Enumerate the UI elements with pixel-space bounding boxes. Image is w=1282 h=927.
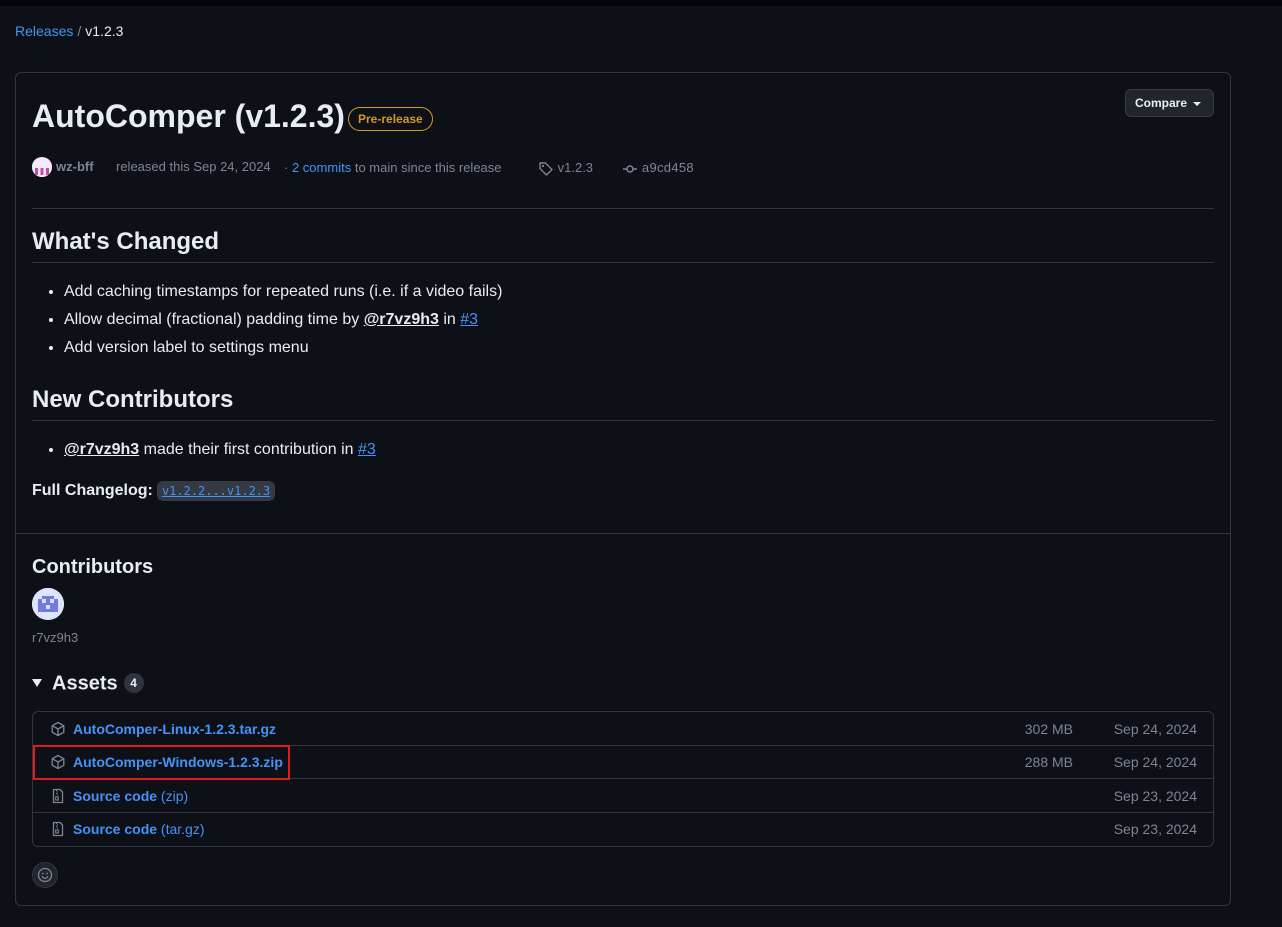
issue-link[interactable]: #3 — [460, 311, 478, 328]
asset-link[interactable]: Source code (tar.gz) — [73, 820, 205, 838]
asset-size: 288 MB — [1024, 754, 1073, 770]
asset-name: AutoComper-Windows-1.2.3.zip — [73, 754, 283, 770]
asset-date: Sep 23, 2024 — [1113, 821, 1197, 837]
asset-row: AutoComper-Windows-1.2.3.zip 288 MB Sep … — [33, 745, 1213, 779]
list-item: Add version label to settings menu — [64, 334, 502, 362]
assets-count-badge: 4 — [123, 673, 144, 694]
commits-info: · 2 commits to main since this release — [284, 157, 502, 179]
list-item: @r7vz9h3 made their first contribution i… — [64, 436, 376, 464]
list-item: Add caching timestamps for repeated runs… — [64, 278, 502, 306]
heading-rule — [32, 420, 1214, 421]
asset-format: (zip) — [160, 788, 189, 804]
asset-link[interactable]: Source code (zip) — [73, 787, 188, 805]
changes-list: Add caching timestamps for repeated runs… — [64, 278, 502, 362]
breadcrumb-current: v1.2.3 — [85, 23, 124, 39]
compare-label: Compare — [1134, 96, 1187, 110]
compare-button[interactable]: Compare — [1124, 89, 1214, 117]
chevron-down-icon — [1193, 101, 1201, 106]
commits-prefix: · — [284, 160, 289, 175]
assets-toggle[interactable]: Assets 4 — [32, 668, 144, 696]
user-mention-link[interactable]: @r7vz9h3 — [64, 441, 139, 458]
asset-row: Source code (tar.gz) Sep 23, 2024 — [33, 812, 1213, 846]
asset-row: AutoComper-Linux-1.2.3.tar.gz 302 MB Sep… — [33, 712, 1213, 746]
divider — [32, 208, 1214, 209]
asset-row: Source code (zip) Sep 23, 2024 — [33, 779, 1213, 813]
full-changelog: Full Changelog: v1.2.2...v1.2.3 — [32, 479, 276, 503]
asset-date: Sep 23, 2024 — [1113, 788, 1197, 804]
commits-link[interactable]: 2 commits — [292, 160, 351, 175]
release-card: AutoComper (v1.2.3) Pre-release Compare … — [15, 72, 1231, 906]
commit-info[interactable]: a9cd458 — [622, 157, 694, 179]
changelog-label: Full Changelog: — [32, 482, 153, 499]
tag-icon — [539, 161, 553, 176]
pre-release-badge: Pre-release — [348, 107, 433, 131]
add-reaction-button[interactable] — [32, 862, 58, 888]
smiley-icon — [37, 867, 53, 883]
commit-sha: a9cd458 — [641, 160, 694, 175]
release-meta: wz-bff released this Sep 24, 2024 · 2 co… — [32, 156, 1212, 178]
change-text: Allow decimal (fractional) padding time … — [64, 311, 360, 328]
breadcrumb-separator: / — [77, 23, 82, 39]
asset-date: Sep 24, 2024 — [1113, 721, 1197, 737]
author-avatar[interactable] — [32, 157, 52, 177]
assets-heading: Assets — [52, 672, 118, 695]
asset-format: (tar.gz) — [160, 821, 205, 837]
file-zip-icon — [52, 788, 64, 804]
asset-name: Source code — [73, 788, 158, 804]
user-mention-link[interactable]: @r7vz9h3 — [364, 311, 439, 328]
breadcrumb-releases-link[interactable]: Releases — [15, 23, 73, 39]
new-contributors-list: @r7vz9h3 made their first contribution i… — [64, 436, 376, 464]
whats-changed-heading: What's Changed — [32, 228, 220, 255]
contributors-heading: Contributors — [32, 556, 154, 578]
breadcrumb: Releases / v1.2.3 — [15, 22, 123, 40]
asset-size: 302 MB — [1024, 721, 1073, 737]
asset-link[interactable]: AutoComper-Windows-1.2.3.zip — [73, 753, 283, 771]
change-text: Add version label to settings menu — [64, 339, 309, 356]
issue-link[interactable]: #3 — [358, 441, 376, 458]
file-zip-icon — [52, 821, 64, 837]
package-icon — [51, 721, 65, 737]
commit-icon — [623, 164, 637, 173]
release-title: AutoComper (v1.2.3) — [32, 98, 345, 134]
change-text: Add caching timestamps for repeated runs… — [64, 283, 503, 300]
asset-name: AutoComper-Linux-1.2.3.tar.gz — [73, 721, 277, 737]
asset-name: Source code — [73, 821, 158, 837]
changelog-range-link[interactable]: v1.2.2...v1.2.3 — [156, 481, 276, 501]
top-bar — [0, 0, 1282, 6]
commits-suffix: to main since this release — [354, 160, 502, 175]
change-text: in — [443, 311, 456, 328]
list-item: Allow decimal (fractional) padding time … — [64, 306, 502, 334]
contributor-name: r7vz9h3 — [32, 630, 79, 645]
tag-label: v1.2.3 — [557, 160, 594, 175]
released-text: released this Sep 24, 2024 — [116, 159, 271, 174]
release-body: AutoComper (v1.2.3) Pre-release Compare … — [16, 73, 1230, 534]
contributor-avatar[interactable] — [32, 588, 64, 620]
heading-rule — [32, 262, 1214, 263]
contribution-text: made their first contribution in — [143, 441, 354, 458]
author-link[interactable]: wz-bff — [56, 156, 94, 178]
triangle-down-icon — [32, 679, 42, 688]
asset-link[interactable]: AutoComper-Linux-1.2.3.tar.gz — [73, 720, 276, 738]
tag-info[interactable]: v1.2.3 — [538, 157, 593, 179]
new-contributors-heading: New Contributors — [32, 386, 234, 413]
assets-list: AutoComper-Linux-1.2.3.tar.gz 302 MB Sep… — [32, 711, 1214, 847]
package-icon — [51, 754, 65, 770]
asset-date: Sep 24, 2024 — [1113, 754, 1197, 770]
